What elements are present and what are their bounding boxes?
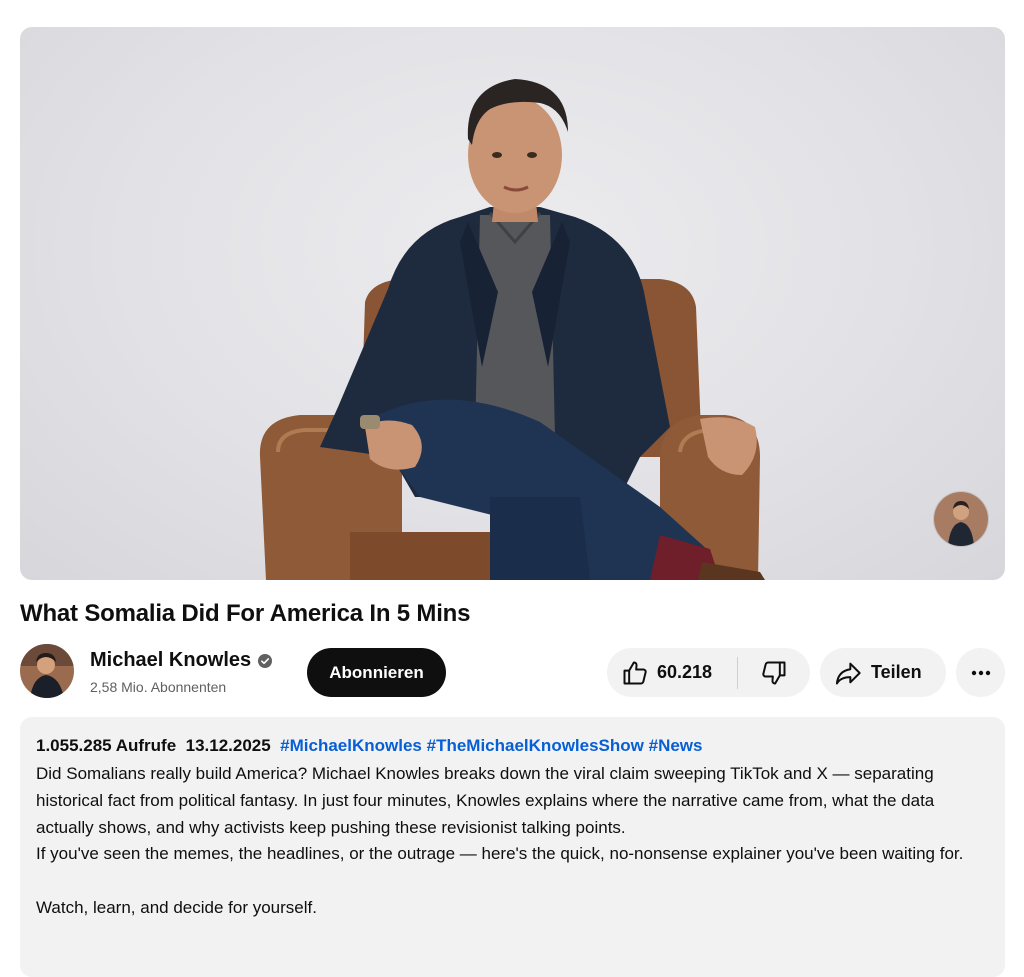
subscribe-button[interactable]: Abonnieren xyxy=(307,648,446,697)
description-box[interactable]: 1.055.285 Aufrufe 13.12.2025 #MichaelKno… xyxy=(20,717,1005,977)
upload-date: 13.12.2025 xyxy=(185,736,271,755)
description-paragraph: If you've seen the memes, the headlines,… xyxy=(36,844,964,864)
share-label: Teilen xyxy=(871,662,922,682)
like-dislike-group: 60.218 xyxy=(607,648,810,697)
channel-watermark-avatar[interactable] xyxy=(933,491,989,547)
dislike-button[interactable] xyxy=(738,648,810,697)
subscriber-count: 2,58 Mio. Abonnenten xyxy=(90,679,227,695)
video-player[interactable] xyxy=(20,27,1005,580)
like-count: 60.218 xyxy=(657,662,713,682)
share-arrow-icon xyxy=(835,662,861,684)
verified-check-icon xyxy=(258,654,272,668)
hashtag-link[interactable]: #TheMichaelKnowlesShow xyxy=(427,736,644,755)
like-button[interactable]: 60.218 xyxy=(607,648,737,697)
description-paragraph: Watch, learn, and decide for yourself. xyxy=(36,897,317,917)
description-text: Did Somalians really build America? Mich… xyxy=(36,761,989,922)
channel-name[interactable]: Michael Knowles xyxy=(90,649,251,672)
thumbs-up-icon xyxy=(623,661,647,684)
video-title: What Somalia Did For America In 5 Mins xyxy=(20,600,471,627)
more-actions-button[interactable] xyxy=(956,648,1005,697)
view-count: 1.055.285 Aufrufe xyxy=(36,736,177,755)
hashtag-link[interactable]: #News xyxy=(649,736,703,755)
channel-avatar[interactable] xyxy=(20,644,74,698)
description-meta: 1.055.285 Aufrufe 13.12.2025 #MichaelKno… xyxy=(36,736,989,756)
more-dots-icon xyxy=(971,670,990,675)
share-button[interactable]: Teilen xyxy=(820,648,946,697)
thumbs-down-icon xyxy=(762,661,786,684)
description-paragraph: Did Somalians really build America? Mich… xyxy=(36,764,935,837)
video-frame xyxy=(259,79,765,580)
hashtag-link[interactable]: #MichaelKnowles xyxy=(280,736,422,755)
